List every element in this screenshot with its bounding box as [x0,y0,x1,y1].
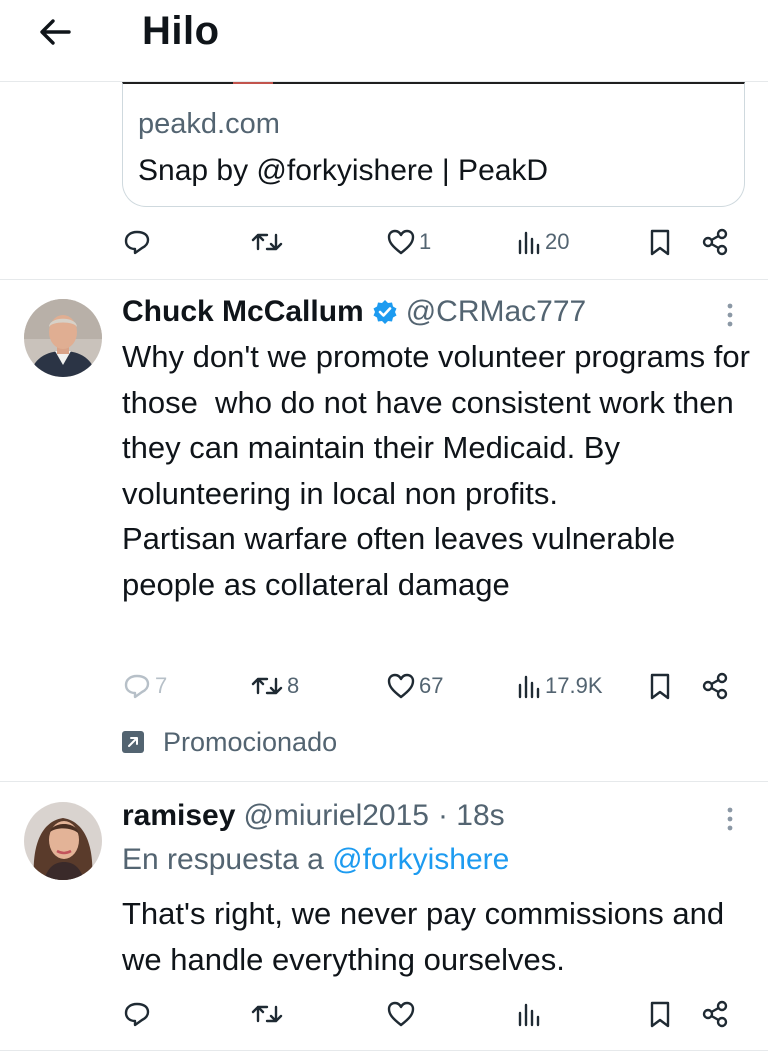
like-count: 67 [419,673,444,698]
share-button[interactable] [700,990,730,1038]
share-button[interactable] [700,218,730,266]
promoted-label: Promocionado [122,722,337,762]
views-icon [518,1003,540,1027]
tweet-author-row: Chuck McCallum @CRMac777 [122,292,586,332]
verified-badge-icon [372,299,398,325]
retweet-button[interactable] [250,990,284,1038]
tweet-author-row: ramisey @miuriel2015 · 18s [122,796,505,836]
reply-prefix: En respuesta a [122,843,324,876]
retweet-icon [251,233,283,251]
reply-button[interactable] [122,990,152,1038]
reply-button[interactable]: 7 [122,662,167,710]
like-button[interactable] [386,990,416,1038]
share-icon [702,228,728,256]
heart-icon [387,673,415,699]
bookmark-icon [650,229,670,256]
avatar[interactable] [24,299,102,377]
retweet-button[interactable]: 8 [250,662,299,710]
tweet-actions: 7 8 67 17.9K [0,662,768,710]
bookmark-icon [650,1001,670,1028]
retweet-icon [251,1005,283,1023]
top-bar: Hilo [0,0,768,82]
heart-icon [387,1001,415,1027]
views-button[interactable]: 17.9K [516,662,603,710]
views-button[interactable] [516,990,542,1038]
reply-icon [124,674,150,699]
more-options-button[interactable] [718,300,742,330]
reply-icon [124,1002,150,1027]
link-title: Snap by @forkyishere | PeakD [138,154,549,187]
tweet-actions: 1 20 [0,218,768,266]
like-count: 1 [419,229,432,254]
more-options-button[interactable] [718,804,742,834]
retweet-count: 8 [287,673,300,698]
bookmark-button[interactable] [646,990,674,1038]
divider [0,1050,768,1051]
promoted-text: Promocionado [163,726,338,757]
back-button[interactable] [30,10,80,54]
author-name[interactable]: Chuck McCallum [122,295,364,329]
bookmark-icon [650,673,670,700]
tweet-time[interactable]: · 18s [438,799,505,833]
heart-icon [387,229,415,255]
tweet-actions [0,990,768,1038]
views-icon [518,675,540,699]
view-count: 20 [545,229,570,254]
author-handle[interactable]: @CRMac777 [406,295,587,329]
views-button[interactable]: 20 [516,218,569,266]
tweet-text: Why don't we promote volunteer programs … [122,339,750,602]
author-name[interactable]: ramisey [122,799,235,833]
retweet-button[interactable] [250,218,284,266]
reply-count: 7 [155,673,168,698]
reply-icon [124,230,150,255]
bookmark-button[interactable] [646,218,674,266]
more-vertical-icon [727,807,733,831]
reply-mention-link[interactable]: @forkyishere [332,843,509,876]
retweet-icon [251,677,283,695]
view-count: 17.9K [545,673,603,698]
reply-button[interactable] [122,218,152,266]
author-handle[interactable]: @miuriel2015 [243,799,429,833]
avatar-photo [24,802,102,880]
promoted-arrow-icon [122,731,144,753]
arrow-left-icon [40,19,71,45]
link-domain: peakd.com [138,108,280,140]
like-button[interactable]: 67 [386,662,443,710]
link-preview-card[interactable]: peakd.com Snap by @forkyishere | PeakD [122,82,745,207]
bookmark-button[interactable] [646,662,674,710]
avatar[interactable] [24,802,102,880]
share-button[interactable] [700,662,730,710]
share-icon [702,1000,728,1028]
reply-context: En respuesta a @forkyishere [122,843,509,877]
more-vertical-icon [727,303,733,327]
like-button[interactable]: 1 [386,218,431,266]
tweet-text: That's right, we never pay commissions a… [122,896,725,977]
divider [0,279,768,280]
views-icon [518,231,540,255]
share-icon [702,672,728,700]
divider [0,781,768,782]
avatar-photo [24,299,102,377]
page-title: Hilo [142,9,220,53]
